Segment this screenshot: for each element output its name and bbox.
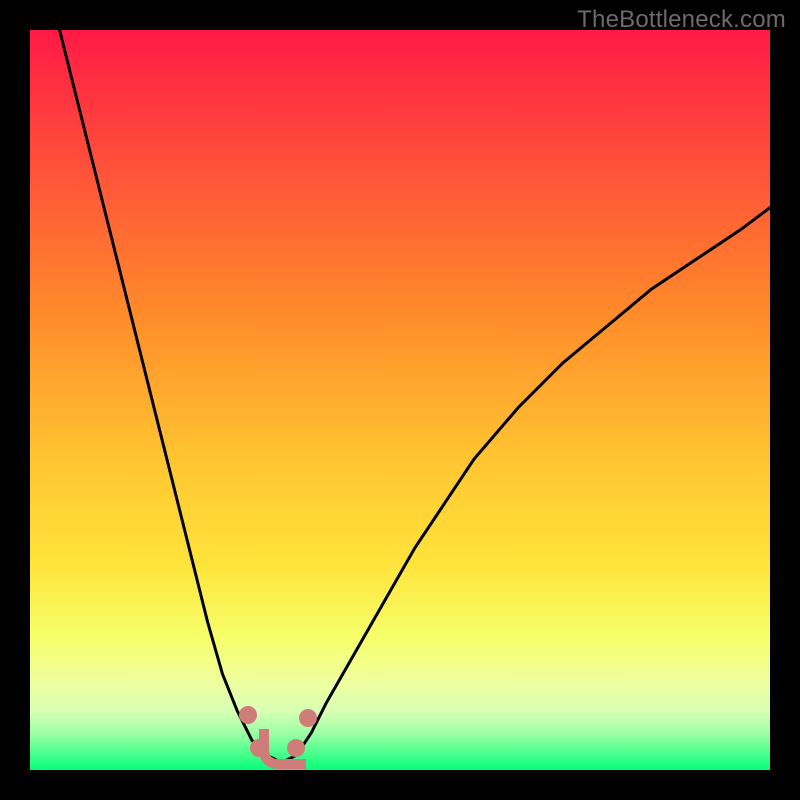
curve-left-branch	[60, 30, 282, 763]
bottleneck-curve	[30, 30, 770, 770]
marker-right-upper	[299, 709, 317, 727]
curve-right-branch	[282, 208, 770, 763]
figure-root: TheBottleneck.com	[0, 0, 800, 800]
plot-area	[30, 30, 770, 770]
watermark-text: TheBottleneck.com	[577, 6, 786, 34]
marker-left-upper	[239, 706, 257, 724]
valley-elbow	[259, 729, 306, 769]
